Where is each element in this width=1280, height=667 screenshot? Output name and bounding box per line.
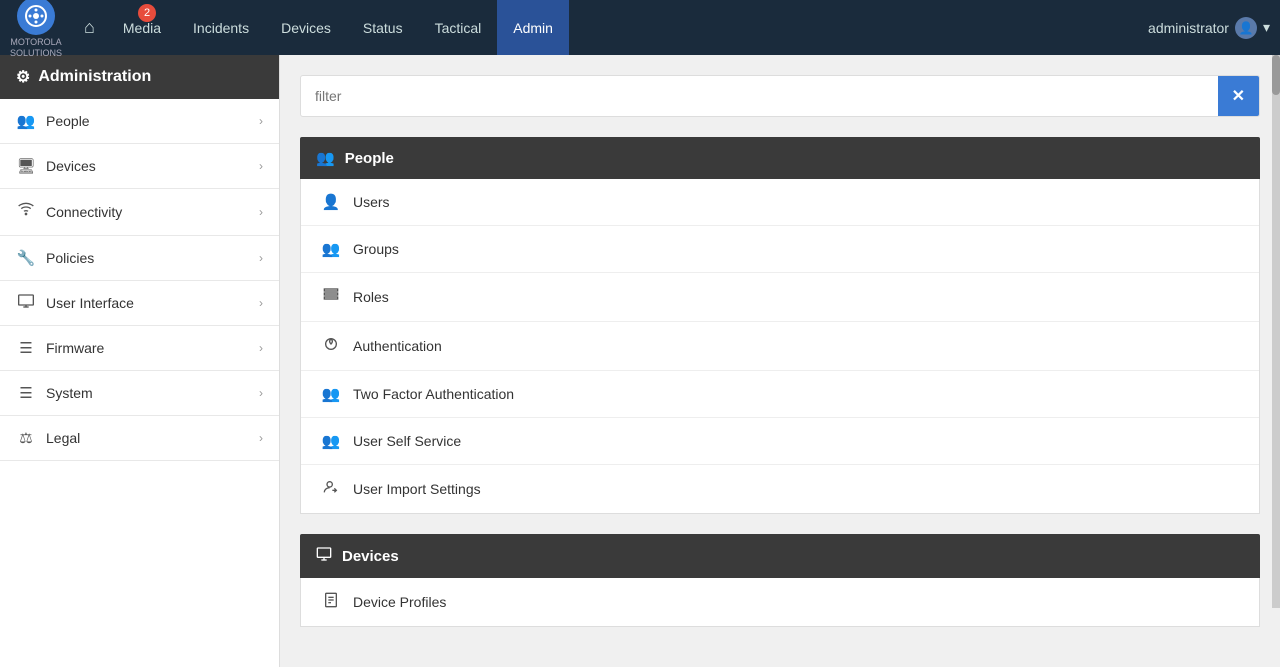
people-import-settings-item[interactable]: User Import Settings xyxy=(301,465,1259,513)
nav-tactical[interactable]: Tactical xyxy=(419,0,498,55)
device-profiles-icon xyxy=(321,592,341,612)
avatar: 👤 xyxy=(1235,17,1257,39)
sidebar-item-devices[interactable]: 🖥 Devices › xyxy=(0,144,279,189)
nav-status[interactable]: Status xyxy=(347,0,419,55)
system-icon: ☰ xyxy=(16,384,36,402)
sidebar-ui-label: User Interface xyxy=(46,295,134,311)
people-section: 👥 People 👤 Users 👥 Groups xyxy=(300,137,1260,514)
two-factor-label: Two Factor Authentication xyxy=(353,386,514,402)
self-service-icon: 👥 xyxy=(321,432,341,450)
sidebar-item-user-interface[interactable]: User Interface › xyxy=(0,281,279,326)
import-settings-icon xyxy=(321,479,341,499)
people-users-item[interactable]: 👤 Users xyxy=(301,179,1259,226)
devices-section: Devices Device Profiles xyxy=(300,534,1260,627)
sidebar-item-connectivity[interactable]: Connectivity › xyxy=(0,189,279,236)
devices-section-body: Device Profiles xyxy=(300,578,1260,627)
firmware-icon: ☰ xyxy=(16,339,36,357)
sidebar-header: ⚙ Administration xyxy=(0,55,279,99)
nav-admin[interactable]: Admin xyxy=(497,0,569,55)
notification-badge: 2 xyxy=(138,4,156,22)
groups-icon: 👥 xyxy=(321,240,341,258)
devices-section-icon xyxy=(316,546,332,566)
sidebar-system-label: System xyxy=(46,385,93,401)
people-section-title: People xyxy=(345,150,394,167)
sidebar-devices-label: Devices xyxy=(46,158,96,174)
logo-text: MOTOROLA SOLUTIONS xyxy=(10,37,62,59)
chevron-right-icon: › xyxy=(259,386,263,400)
nav-incidents[interactable]: Incidents xyxy=(177,0,265,55)
legal-icon: ⚖ xyxy=(16,429,36,447)
groups-label: Groups xyxy=(353,241,399,257)
chevron-right-icon: › xyxy=(259,159,263,173)
people-roles-item[interactable]: Roles xyxy=(301,273,1259,322)
people-section-header: 👥 People xyxy=(300,137,1260,179)
people-section-icon: 👥 xyxy=(316,149,335,167)
sidebar-policies-label: Policies xyxy=(46,250,94,266)
self-service-label: User Self Service xyxy=(353,433,461,449)
dropdown-arrow: ▾ xyxy=(1263,19,1270,36)
main-content: ✕ 👥 People 👤 Users 👥 Groups xyxy=(280,55,1280,667)
chevron-right-icon: › xyxy=(259,205,263,219)
two-factor-icon: 👥 xyxy=(321,385,341,403)
chevron-right-icon: › xyxy=(259,431,263,445)
authentication-label: Authentication xyxy=(353,338,442,354)
chevron-right-icon: › xyxy=(259,341,263,355)
filter-bar: ✕ xyxy=(300,75,1260,117)
top-nav: MOTOROLA SOLUTIONS 2 ⌂ Media Incidents D… xyxy=(0,0,1280,55)
chevron-right-icon: › xyxy=(259,251,263,265)
chevron-right-icon: › xyxy=(259,114,263,128)
devices-section-header: Devices xyxy=(300,534,1260,578)
sidebar: ⚙ Administration 👥 People › 🖥 Devices › xyxy=(0,55,280,667)
user-icon: 👤 xyxy=(321,193,341,211)
people-icon: 👥 xyxy=(16,112,36,130)
devices-profiles-item[interactable]: Device Profiles xyxy=(301,578,1259,626)
username-label: administrator xyxy=(1148,20,1229,36)
sidebar-item-policies[interactable]: 🔧 Policies › xyxy=(0,236,279,281)
people-groups-item[interactable]: 👥 Groups xyxy=(301,226,1259,273)
sidebar-connectivity-label: Connectivity xyxy=(46,204,122,220)
user-menu[interactable]: administrator 👤 ▾ xyxy=(1148,17,1270,39)
user-interface-icon xyxy=(16,294,36,312)
people-section-body: 👤 Users 👥 Groups Roles xyxy=(300,179,1260,514)
sidebar-item-people[interactable]: 👥 People › xyxy=(0,99,279,144)
sidebar-firmware-label: Firmware xyxy=(46,340,104,356)
nav-devices[interactable]: Devices xyxy=(265,0,347,55)
sidebar-item-firmware[interactable]: ☰ Firmware › xyxy=(0,326,279,371)
sidebar-legal-label: Legal xyxy=(46,430,80,446)
people-two-factor-item[interactable]: 👥 Two Factor Authentication xyxy=(301,371,1259,418)
filter-input[interactable] xyxy=(301,78,1218,114)
policies-icon: 🔧 xyxy=(16,249,36,267)
nav-links: Media Incidents Devices Status Tactical … xyxy=(107,0,1148,55)
devices-section-title: Devices xyxy=(342,548,399,565)
connectivity-icon xyxy=(16,202,36,222)
import-settings-label: User Import Settings xyxy=(353,481,481,497)
scrollbar-thumb[interactable] xyxy=(1272,55,1280,95)
sidebar-item-system[interactable]: ☰ System › xyxy=(0,371,279,416)
devices-icon: 🖥 xyxy=(16,157,36,175)
people-authentication-item[interactable]: Authentication xyxy=(301,322,1259,371)
logo-area: MOTOROLA SOLUTIONS xyxy=(10,0,62,58)
authentication-icon xyxy=(321,336,341,356)
logo-icon xyxy=(17,0,55,35)
sidebar-item-legal[interactable]: ⚖ Legal › xyxy=(0,416,279,461)
users-label: Users xyxy=(353,194,390,210)
gear-icon: ⚙ xyxy=(16,67,30,87)
page-body: ⚙ Administration 👥 People › 🖥 Devices › xyxy=(0,55,1280,667)
sidebar-people-label: People xyxy=(46,113,90,129)
chevron-right-icon: › xyxy=(259,296,263,310)
scrollbar[interactable] xyxy=(1272,55,1280,608)
sidebar-title: Administration xyxy=(38,68,151,86)
roles-icon xyxy=(321,287,341,307)
home-button[interactable]: ⌂ xyxy=(72,11,107,44)
filter-clear-button[interactable]: ✕ xyxy=(1218,76,1259,116)
people-self-service-item[interactable]: 👥 User Self Service xyxy=(301,418,1259,465)
roles-label: Roles xyxy=(353,289,389,305)
